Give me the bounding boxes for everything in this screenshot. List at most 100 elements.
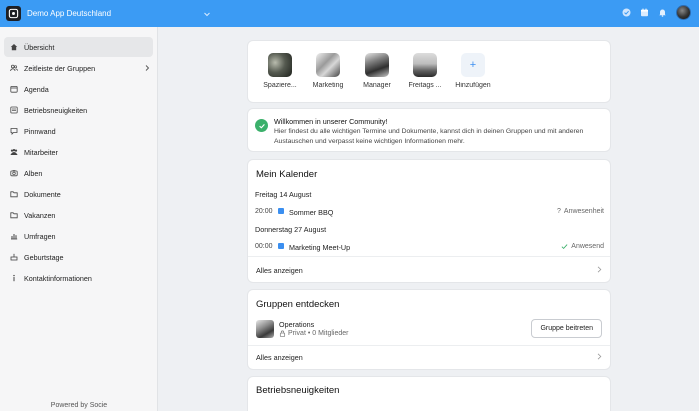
shortcut-group[interactable]: Manager	[353, 53, 401, 89]
shortcut-label: Freitags ...	[408, 82, 442, 89]
folder-icon	[10, 211, 18, 219]
welcome-title: Willkommen in unserer Community!	[274, 117, 388, 126]
sidebar-item-alben[interactable]: Alben	[4, 163, 153, 183]
groups-icon	[10, 64, 18, 72]
sidebar-item-geburtstage[interactable]: Geburtstage	[4, 247, 153, 267]
divider	[248, 256, 610, 257]
sidebar-item-agenda[interactable]: Agenda	[4, 79, 153, 99]
chevron-down-icon[interactable]	[203, 10, 211, 18]
date-heading: Freitag 14 August	[255, 190, 312, 199]
shortcut-label: Hinzufügen	[455, 82, 491, 89]
info-icon	[10, 274, 18, 282]
sidebar-item-zeitleiste[interactable]: Zeitleiste der Gruppen	[4, 58, 153, 78]
group-thumbnail[interactable]	[256, 320, 274, 338]
event-color-dot	[278, 243, 284, 249]
check-circle-icon	[255, 119, 268, 132]
folder-icon	[10, 190, 18, 198]
tasks-check-icon[interactable]	[622, 8, 631, 17]
sidebar-item-umfragen[interactable]: Umfragen	[4, 226, 153, 246]
sidebar: Übersicht Zeitleiste der Gruppen Agenda …	[0, 27, 158, 411]
groups-card: Gruppen entdecken Operations Privat • 0 …	[248, 290, 610, 369]
lock-icon	[279, 330, 286, 337]
shortcut-group[interactable]: Spaziere...	[256, 53, 304, 89]
event-color-dot	[278, 208, 284, 214]
card-title: Mein Kalender	[256, 169, 318, 180]
group-members: • 0 Mitglieder	[307, 330, 349, 337]
sidebar-item-label: Pinnwand	[24, 126, 56, 136]
sidebar-item-vakanzen[interactable]: Vakanzen	[4, 205, 153, 225]
shortcut-label: Manager	[363, 82, 391, 89]
sidebar-item-kontaktinformationen[interactable]: Kontaktinformationen	[4, 268, 153, 288]
card-title: Gruppen entdecken	[256, 299, 340, 310]
shortcuts-card: Spaziere... Marketing Manager Freitags .…	[248, 41, 610, 102]
attendance-label: Anwesenheit	[563, 208, 604, 215]
chevron-right-icon[interactable]	[144, 64, 150, 72]
sidebar-item-uebersicht[interactable]: Übersicht	[4, 37, 153, 57]
group-name[interactable]: Operations	[279, 320, 314, 329]
powered-by: Powered by Socie	[50, 402, 108, 409]
camera-icon	[10, 169, 18, 177]
shortcut-label: Marketing	[312, 82, 344, 89]
sidebar-item-betriebsneuigkeiten[interactable]: Betriebsneuigkeiten	[4, 100, 153, 120]
welcome-card: Willkommen in unserer Community! Hier fi…	[248, 109, 610, 151]
bell-icon[interactable]	[658, 8, 667, 17]
sidebar-item-label: Agenda	[24, 84, 49, 94]
chevron-right-icon	[597, 266, 602, 273]
shortcut-group[interactable]: Freitags ...	[401, 53, 449, 89]
sidebar-item-pinnwand[interactable]: Pinnwand	[4, 121, 153, 141]
app-name[interactable]: Demo App Deutschland	[27, 9, 111, 18]
sidebar-item-mitarbeiter[interactable]: Mitarbeiter	[4, 142, 153, 162]
show-all-link[interactable]: Alles anzeigen	[256, 353, 303, 362]
welcome-text: Hier findest du alle wichtigen Termine u…	[274, 128, 584, 145]
chart-icon	[10, 232, 18, 240]
sidebar-item-dokumente[interactable]: Dokumente	[4, 184, 153, 204]
app-logo[interactable]	[6, 6, 21, 21]
event-time: 20:00	[255, 208, 273, 215]
news-icon	[10, 106, 18, 114]
divider	[248, 345, 610, 346]
news-card: Betriebsneuigkeiten	[248, 377, 610, 411]
sidebar-item-label: Betriebsneuigkeiten	[24, 105, 88, 115]
user-avatar[interactable]	[676, 5, 691, 20]
event-time: 00:00	[255, 243, 273, 250]
shortcut-group[interactable]: Marketing	[304, 53, 352, 89]
card-title: Betriebsneuigkeiten	[256, 385, 340, 396]
sidebar-item-label: Geburtstage	[24, 252, 64, 262]
sidebar-item-label: Dokumente	[24, 189, 61, 199]
question-icon: ?	[557, 208, 561, 215]
calendar-icon[interactable]	[640, 8, 649, 17]
attendance-status[interactable]: ? Anwesenheit	[557, 208, 604, 215]
calendar-card: Mein Kalender Freitag 14 August 20:00 So…	[248, 160, 610, 282]
attendance-status[interactable]: Anwesend	[561, 243, 604, 250]
join-group-button[interactable]: Gruppe beitreten	[531, 319, 602, 338]
group-thumbnail	[316, 53, 340, 77]
show-all-link[interactable]: Alles anzeigen	[256, 266, 303, 275]
chevron-right-icon	[597, 353, 602, 360]
home-icon	[10, 43, 18, 51]
shortcut-label: Spaziere...	[263, 82, 297, 89]
group-thumbnail	[365, 53, 389, 77]
sidebar-item-label: Zeitleiste der Gruppen	[24, 63, 96, 73]
sidebar-item-label: Vakanzen	[24, 210, 56, 220]
cake-icon	[10, 253, 18, 261]
check-icon	[561, 244, 568, 250]
plus-icon: +	[461, 53, 485, 77]
group-thumbnail	[413, 53, 437, 77]
calendar-icon	[10, 85, 18, 93]
date-heading: Donnerstag 27 August	[255, 225, 327, 234]
sidebar-item-label: Übersicht	[24, 42, 55, 52]
top-bar: Demo App Deutschland	[0, 0, 699, 27]
sidebar-item-label: Mitarbeiter	[24, 147, 58, 157]
group-privacy: Privat	[288, 330, 306, 337]
sidebar-item-label: Alben	[24, 168, 43, 178]
sidebar-item-label: Kontaktinformationen	[24, 273, 92, 283]
group-meta: Privat • 0 Mitglieder	[279, 330, 348, 337]
add-shortcut-button[interactable]: + Hinzufügen	[449, 53, 497, 89]
people-icon	[10, 148, 18, 156]
sidebar-item-label: Umfragen	[24, 231, 56, 241]
event-name: Sommer BBQ	[289, 208, 334, 217]
chat-icon	[10, 127, 18, 135]
group-thumbnail	[268, 53, 292, 77]
event-name: Marketing Meet-Up	[289, 243, 351, 252]
attendance-label: Anwesend	[571, 243, 604, 250]
